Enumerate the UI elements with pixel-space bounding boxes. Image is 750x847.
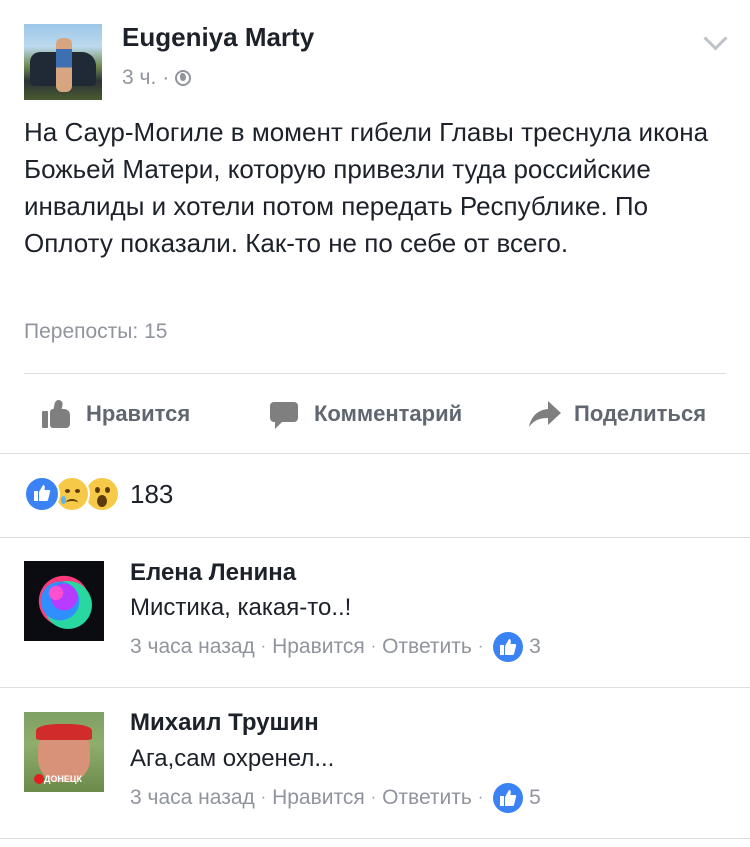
divider [0,537,750,538]
like-button-label: Нравится [86,401,191,426]
commenter-name[interactable]: Елена Ленина [130,559,296,587]
comment-button-label: Комментарий [314,401,463,426]
reactions-summary[interactable]: 183 [24,476,173,512]
comment-meta: 3 часа назад · Нравится · Ответить · 3 [130,632,541,662]
share-button-label: Поделиться [574,401,707,426]
comment-text: Мистика, какая-то..! [130,594,352,621]
comment-like-link[interactable]: Нравится [272,635,365,659]
comment-reply-link[interactable]: Ответить [382,786,472,810]
comment-icon [268,399,300,429]
avatar-person [56,38,72,92]
post-meta: 3 ч. · [122,66,192,90]
author-avatar[interactable] [24,24,102,100]
comment-likes-count[interactable]: 3 [529,635,541,659]
globe-icon [175,70,192,86]
thumbs-up-icon [493,632,524,662]
shares-count[interactable]: Перепосты: 15 [24,320,167,344]
divider [24,373,726,374]
divider [0,453,750,454]
comment-likes-count[interactable]: 5 [529,786,541,810]
commenter-name[interactable]: Михаил Трушин [130,709,319,737]
comment-meta: 3 часа назад · Нравится · Ответить · 5 [130,783,541,813]
thumbs-up-icon [40,399,72,429]
divider [0,838,750,839]
post-text: На Саур-Могиле в момент гибели Главы тре… [24,117,709,258]
divider [0,687,750,688]
post-author-name[interactable]: Eugeniya Marty [122,22,314,53]
comment-time[interactable]: 3 часа назад [130,635,255,659]
meta-separator: · [162,66,170,89]
reactions-count: 183 [130,478,174,509]
commenter-avatar[interactable] [24,561,104,641]
share-button[interactable]: Поделиться [528,396,706,432]
comment-like-link[interactable]: Нравится [272,786,365,810]
commenter-avatar[interactable]: ДОНЕЦК [24,712,104,792]
chevron-down-icon[interactable] [703,26,728,51]
post-time[interactable]: 3 ч. [122,66,156,90]
thumbs-up-icon [493,783,524,813]
comment-text: Ага,сам охренел... [130,745,335,772]
like-reaction-icon [24,476,60,512]
avatar-watermark: ДОНЕЦК [44,774,82,784]
comment-reply-link[interactable]: Ответить [382,635,472,659]
like-button[interactable]: Нравится [40,396,190,432]
share-arrow-icon [528,399,561,429]
comment-time[interactable]: 3 часа назад [130,786,255,810]
comment-button[interactable]: Комментарий [268,396,462,432]
